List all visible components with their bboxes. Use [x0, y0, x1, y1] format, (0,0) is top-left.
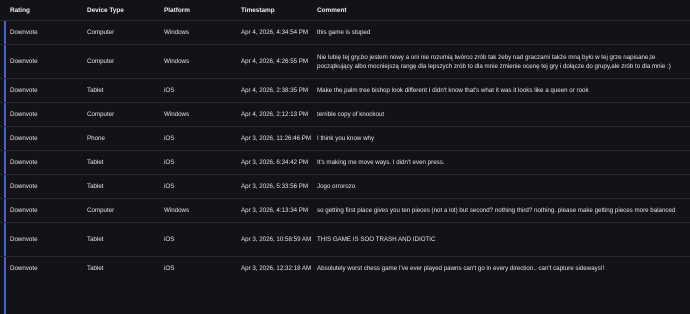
cell-platform: Windows: [164, 20, 241, 45]
cell-platform: Windows: [164, 102, 241, 127]
table-row[interactable]: Downvote Tablet iOS Apr 4, 2026, 2:38:35…: [0, 78, 690, 103]
cell-timestamp: Apr 4, 2026, 4:34:54 PM: [241, 20, 317, 45]
cell-rating: Downvote: [0, 222, 87, 257]
feedback-table: Rating Device Type Platform Timestamp Co…: [0, 0, 690, 280]
table-row[interactable]: Downvote Computer Windows Apr 3, 2026, 4…: [0, 198, 690, 223]
cell-comment: Jogo orrorozo: [317, 174, 690, 199]
cell-platform: iOS: [164, 78, 241, 103]
cell-rating: Downvote: [0, 126, 87, 151]
cell-rating: Downvote: [0, 150, 87, 175]
table-row[interactable]: Downvote Phone iOS Apr 3, 2026, 11:26:46…: [0, 126, 690, 151]
cell-device-type: Tablet: [87, 78, 164, 103]
cell-comment: so getting first place gives you ten pie…: [317, 198, 690, 223]
cell-timestamp: Apr 3, 2026, 10:58:59 AM: [241, 222, 317, 257]
cell-comment: THIS GAME IS SOO TRASH AND IDIOTIC: [317, 222, 690, 257]
cell-platform: iOS: [164, 174, 241, 199]
cell-rating: Downvote: [0, 78, 87, 103]
cell-device-type: Tablet: [87, 174, 164, 199]
cell-timestamp: Apr 3, 2026, 11:26:46 PM: [241, 126, 317, 151]
cell-device-type: Computer: [87, 198, 164, 223]
cell-device-type: Computer: [87, 20, 164, 45]
cell-timestamp: Apr 3, 2026, 6:34:42 PM: [241, 150, 317, 175]
cell-timestamp: Apr 3, 2026, 12:32:18 AM: [241, 265, 312, 272]
cell-timestamp: Apr 3, 2026, 5:33:56 PM: [241, 174, 317, 199]
cell-platform: iOS: [164, 265, 175, 272]
cell-comment: Absolutely worst chess game I've ever pl…: [317, 265, 605, 272]
cell-comment: Make the palm tree bishop look different…: [317, 78, 690, 103]
column-header-rating[interactable]: Rating: [0, 0, 87, 21]
cell-rating: Downvote: [0, 174, 87, 199]
cell-comment: It's making me move ways. I didn't even …: [317, 150, 690, 175]
cell-comment: Nie lubię tej gry,bo jestem nowy a oni n…: [317, 44, 690, 79]
table-row[interactable]: Downvote Computer Windows Apr 4, 2026, 4…: [0, 20, 690, 45]
column-header-device-type[interactable]: Device Type: [87, 0, 164, 21]
cell-rating: Downvote: [10, 265, 38, 272]
table-header-row: Rating Device Type Platform Timestamp Co…: [0, 0, 690, 21]
column-header-timestamp[interactable]: Timestamp: [241, 0, 317, 21]
cell-timestamp: Apr 4, 2026, 4:26:55 PM: [241, 44, 317, 79]
cell-comment: terrible copy of knockout: [317, 102, 690, 127]
column-header-comment[interactable]: Comment: [317, 0, 690, 21]
cell-device-type: Phone: [87, 126, 164, 151]
cell-device-type: Computer: [87, 44, 164, 79]
cell-platform: Windows: [164, 198, 241, 223]
column-header-platform[interactable]: Platform: [164, 0, 241, 21]
cell-platform: iOS: [164, 222, 241, 257]
cell-device-type: Tablet: [87, 265, 104, 272]
cell-device-type: Tablet: [87, 222, 164, 257]
cell-comment: this game is stuped: [317, 20, 690, 45]
feedback-table-panel: Rating Device Type Platform Timestamp Co…: [0, 0, 690, 314]
cell-platform: Windows: [164, 44, 241, 79]
cell-device-type: Computer: [87, 102, 164, 127]
table-row[interactable]: Downvote Tablet iOS Apr 3, 2026, 12:32:1…: [0, 257, 690, 281]
cell-platform: iOS: [164, 150, 241, 175]
table-row[interactable]: Downvote Tablet iOS Apr 3, 2026, 6:34:42…: [0, 150, 690, 175]
cell-timestamp: Apr 3, 2026, 4:13:34 PM: [241, 198, 317, 223]
cell-platform: iOS: [164, 126, 241, 151]
table-row[interactable]: Downvote Computer Windows Apr 4, 2026, 4…: [0, 44, 690, 79]
cell-device-type: Tablet: [87, 150, 164, 175]
cell-timestamp: Apr 4, 2026, 2:38:35 PM: [241, 78, 317, 103]
table-row[interactable]: Downvote Tablet iOS Apr 3, 2026, 5:33:56…: [0, 174, 690, 199]
cell-rating: Downvote: [0, 102, 87, 127]
cell-rating: Downvote: [0, 198, 87, 223]
cell-rating: Downvote: [0, 44, 87, 79]
cell-rating: Downvote: [0, 20, 87, 45]
table-row[interactable]: Downvote Tablet iOS Apr 3, 2026, 10:58:5…: [0, 222, 690, 257]
cell-comment: I think you know why: [317, 126, 690, 151]
table-row[interactable]: Downvote Computer Windows Apr 4, 2026, 2…: [0, 102, 690, 127]
cell-timestamp: Apr 4, 2026, 2:12:13 PM: [241, 102, 317, 127]
